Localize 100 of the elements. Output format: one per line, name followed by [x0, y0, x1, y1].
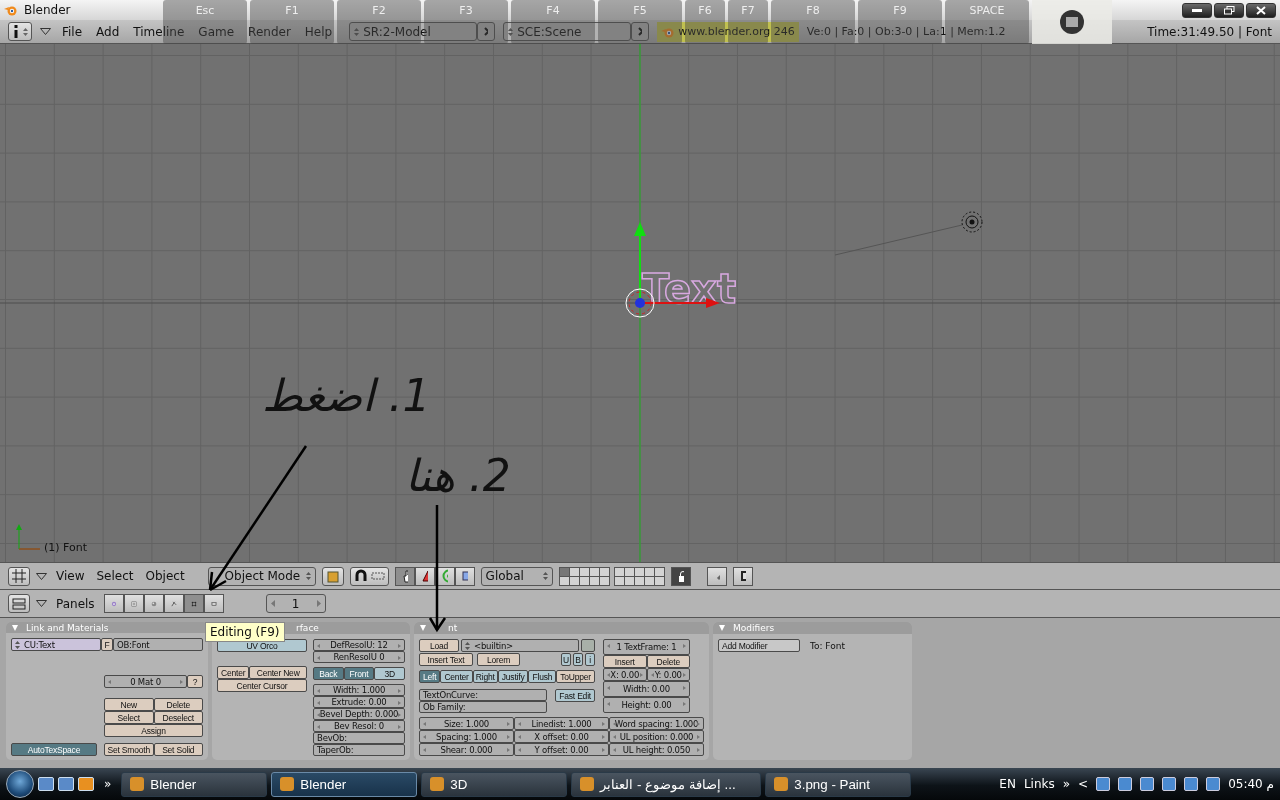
- number-field[interactable]: Width: 0.00: [603, 681, 690, 697]
- collapse-triangle-icon[interactable]: [36, 572, 47, 580]
- window-icon[interactable]: [58, 777, 74, 791]
- menu-item[interactable]: Timeline: [130, 24, 188, 39]
- pin-icon[interactable]: [581, 639, 595, 652]
- tray-icon[interactable]: [1140, 777, 1155, 791]
- text-field[interactable]: Ob Family:: [419, 701, 548, 713]
- number-field[interactable]: Bevel Depth: 0.000: [313, 708, 405, 720]
- number-field[interactable]: UL height: 0.050: [609, 743, 704, 756]
- dropdown-menu[interactable]: CU:Text: [11, 638, 101, 651]
- tray-icon[interactable]: [1206, 777, 1221, 791]
- panel-button[interactable]: Set Solid: [153, 743, 203, 756]
- menu-item[interactable]: Game: [195, 24, 238, 39]
- hand-icon[interactable]: [394, 566, 415, 586]
- start-button[interactable]: [6, 770, 34, 798]
- number-field[interactable]: Bev Resol: 0: [313, 720, 405, 732]
- number-field[interactable]: Width: 1.000: [313, 684, 405, 696]
- number-field[interactable]: 0 Mat 0: [104, 675, 187, 688]
- text-field[interactable]: BevOb:: [313, 732, 405, 744]
- desktop-icon[interactable]: [38, 777, 54, 791]
- number-field[interactable]: Size: 1.000: [419, 717, 514, 730]
- menu-item[interactable]: Add: [93, 24, 123, 39]
- cube-icon[interactable]: [321, 566, 344, 586]
- taskbar-button[interactable]: 3D: [421, 771, 568, 797]
- number-field[interactable]: Y: 0.00: [646, 668, 690, 681]
- number-field[interactable]: Spacing: 1.000: [419, 730, 514, 743]
- panel-button[interactable]: Delete: [153, 698, 203, 711]
- text-field[interactable]: TaperOb:: [313, 744, 405, 756]
- layer-grid-icon[interactable]: [558, 566, 665, 586]
- text-field[interactable]: TextOnCurve:: [419, 689, 548, 701]
- tray-icon[interactable]: [1162, 777, 1177, 791]
- panel-button[interactable]: F: [101, 638, 113, 651]
- dropdown-menu[interactable]: <builtin>: [461, 639, 579, 652]
- minimize-button[interactable]: [1182, 2, 1212, 18]
- panel-button[interactable]: Select: [104, 711, 154, 724]
- tray-icon[interactable]: [1096, 777, 1111, 791]
- menu-item[interactable]: Select: [93, 569, 137, 583]
- panel-button[interactable]: Lorem: [477, 653, 520, 666]
- toggle-button[interactable]: Back: [313, 667, 344, 680]
- toggle-button[interactable]: B: [573, 653, 583, 666]
- number-field[interactable]: Word spacing: 1.000: [609, 717, 704, 730]
- square-icon[interactable]: [454, 566, 475, 586]
- clock[interactable]: 05:40 م: [1228, 777, 1274, 791]
- panel-button[interactable]: Load: [419, 639, 459, 652]
- menu-item[interactable]: Render: [245, 24, 294, 39]
- toggle-button[interactable]: Front: [343, 667, 375, 680]
- toggle-button[interactable]: Justify: [497, 670, 529, 683]
- menu-item[interactable]: Object: [142, 569, 188, 583]
- menu-item[interactable]: Help: [301, 24, 336, 39]
- taskbar-button[interactable]: Blender: [121, 771, 268, 797]
- number-field[interactable]: X: 0.00: [603, 668, 647, 681]
- menu-item[interactable]: File: [59, 24, 86, 39]
- panel-button[interactable]: Set Smooth: [104, 743, 154, 756]
- lock-icon[interactable]: [670, 566, 691, 586]
- panel-button[interactable]: Center New: [249, 666, 307, 679]
- screen-selector[interactable]: SR:2-Model: [349, 22, 478, 41]
- restore-button[interactable]: [1214, 2, 1244, 18]
- toggle-button[interactable]: i: [585, 653, 595, 666]
- delete-button[interactable]: [631, 22, 650, 41]
- scene-selector[interactable]: SCE:Scene: [503, 22, 632, 41]
- lamp-icon[interactable]: [961, 211, 983, 233]
- number-field[interactable]: Extrude: 0.00: [313, 696, 405, 708]
- language-indicator[interactable]: EN: [999, 777, 1016, 791]
- toggle-button[interactable]: Right: [472, 670, 498, 683]
- close-button[interactable]: [1246, 2, 1276, 18]
- menu-item[interactable]: View: [53, 569, 88, 583]
- links-chevron[interactable]: »: [1062, 777, 1071, 791]
- toggle-button[interactable]: Flush: [528, 670, 557, 683]
- collapse-triangle-icon[interactable]: [40, 28, 51, 35]
- quick-launch-chevron[interactable]: »: [98, 777, 118, 791]
- panel-button[interactable]: New: [104, 698, 154, 711]
- panel-button[interactable]: Delete: [646, 655, 690, 668]
- text-field[interactable]: OB:Font: [113, 638, 203, 651]
- number-field[interactable]: Linedist: 1.000: [514, 717, 609, 730]
- list-icon[interactable]: [8, 594, 30, 613]
- delete-button[interactable]: [477, 22, 496, 41]
- links-toolbar[interactable]: Links: [1023, 777, 1055, 791]
- toggle-button[interactable]: AutoTexSpace: [11, 743, 97, 756]
- panel-button[interactable]: Insert: [603, 655, 647, 668]
- editor-type-button[interactable]: [8, 22, 32, 41]
- number-field[interactable]: RenResolU 0: [313, 651, 405, 663]
- panel-button[interactable]: ?: [187, 675, 203, 688]
- taskbar-button[interactable]: 3.png - Paint: [765, 771, 912, 797]
- panel-button[interactable]: Deselect: [153, 711, 203, 724]
- toggle-button[interactable]: U: [561, 653, 571, 666]
- taskbar-button[interactable]: Blender: [271, 771, 418, 797]
- number-field[interactable]: 1 TextFrame: 1: [603, 639, 690, 655]
- add-modifier-button[interactable]: Add Modifier: [718, 639, 800, 652]
- grid-icon[interactable]: [8, 566, 30, 586]
- number-field[interactable]: DefResolU: 12: [313, 639, 405, 651]
- mode-selector[interactable]: Object Mode: [207, 566, 316, 586]
- tray-icon[interactable]: [1184, 777, 1199, 791]
- toggle-button[interactable]: Center: [440, 670, 473, 683]
- number-field[interactable]: Height: 0.00: [603, 697, 690, 713]
- tray-expand[interactable]: <: [1078, 777, 1089, 791]
- toggle-button[interactable]: Fast Edit: [555, 689, 595, 702]
- toggle-button[interactable]: 3D: [374, 667, 405, 680]
- toggle-button[interactable]: Left: [419, 670, 441, 683]
- panel-button[interactable]: ToUpper: [556, 670, 595, 683]
- number-field[interactable]: X offset: 0.00: [514, 730, 609, 743]
